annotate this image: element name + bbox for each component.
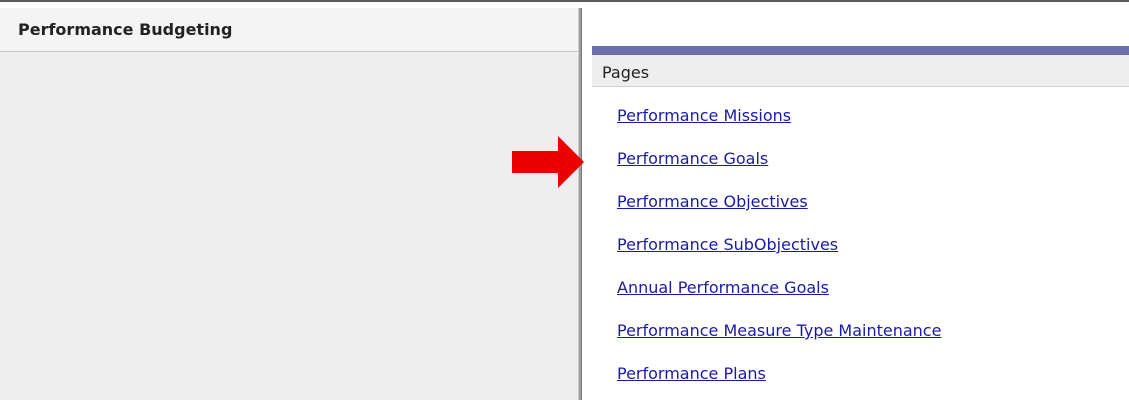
left-panel-header: Performance Budgeting [0, 8, 578, 52]
link-performance-plans[interactable]: Performance Plans [617, 364, 766, 383]
link-performance-subobjectives[interactable]: Performance SubObjectives [617, 235, 838, 254]
left-panel: Performance Budgeting [0, 8, 578, 400]
link-performance-missions[interactable]: Performance Missions [617, 106, 791, 125]
link-performance-measure-type-maintenance[interactable]: Performance Measure Type Maintenance [617, 321, 941, 340]
red-arrow-icon [512, 136, 584, 188]
link-annual-performance-goals[interactable]: Annual Performance Goals [617, 278, 829, 297]
link-performance-objectives[interactable]: Performance Objectives [617, 192, 808, 211]
pages-header: Pages [592, 55, 1129, 87]
pages-header-bar [592, 46, 1129, 55]
page: Performance Budgeting Pages Performance … [0, 0, 1129, 400]
link-performance-goals[interactable]: Performance Goals [617, 149, 768, 168]
pages-box: Pages Performance Missions Performance G… [592, 46, 1129, 400]
top-rule [0, 0, 1129, 8]
left-panel-title: Performance Budgeting [18, 20, 233, 39]
right-panel: Pages Performance Missions Performance G… [582, 8, 1129, 400]
